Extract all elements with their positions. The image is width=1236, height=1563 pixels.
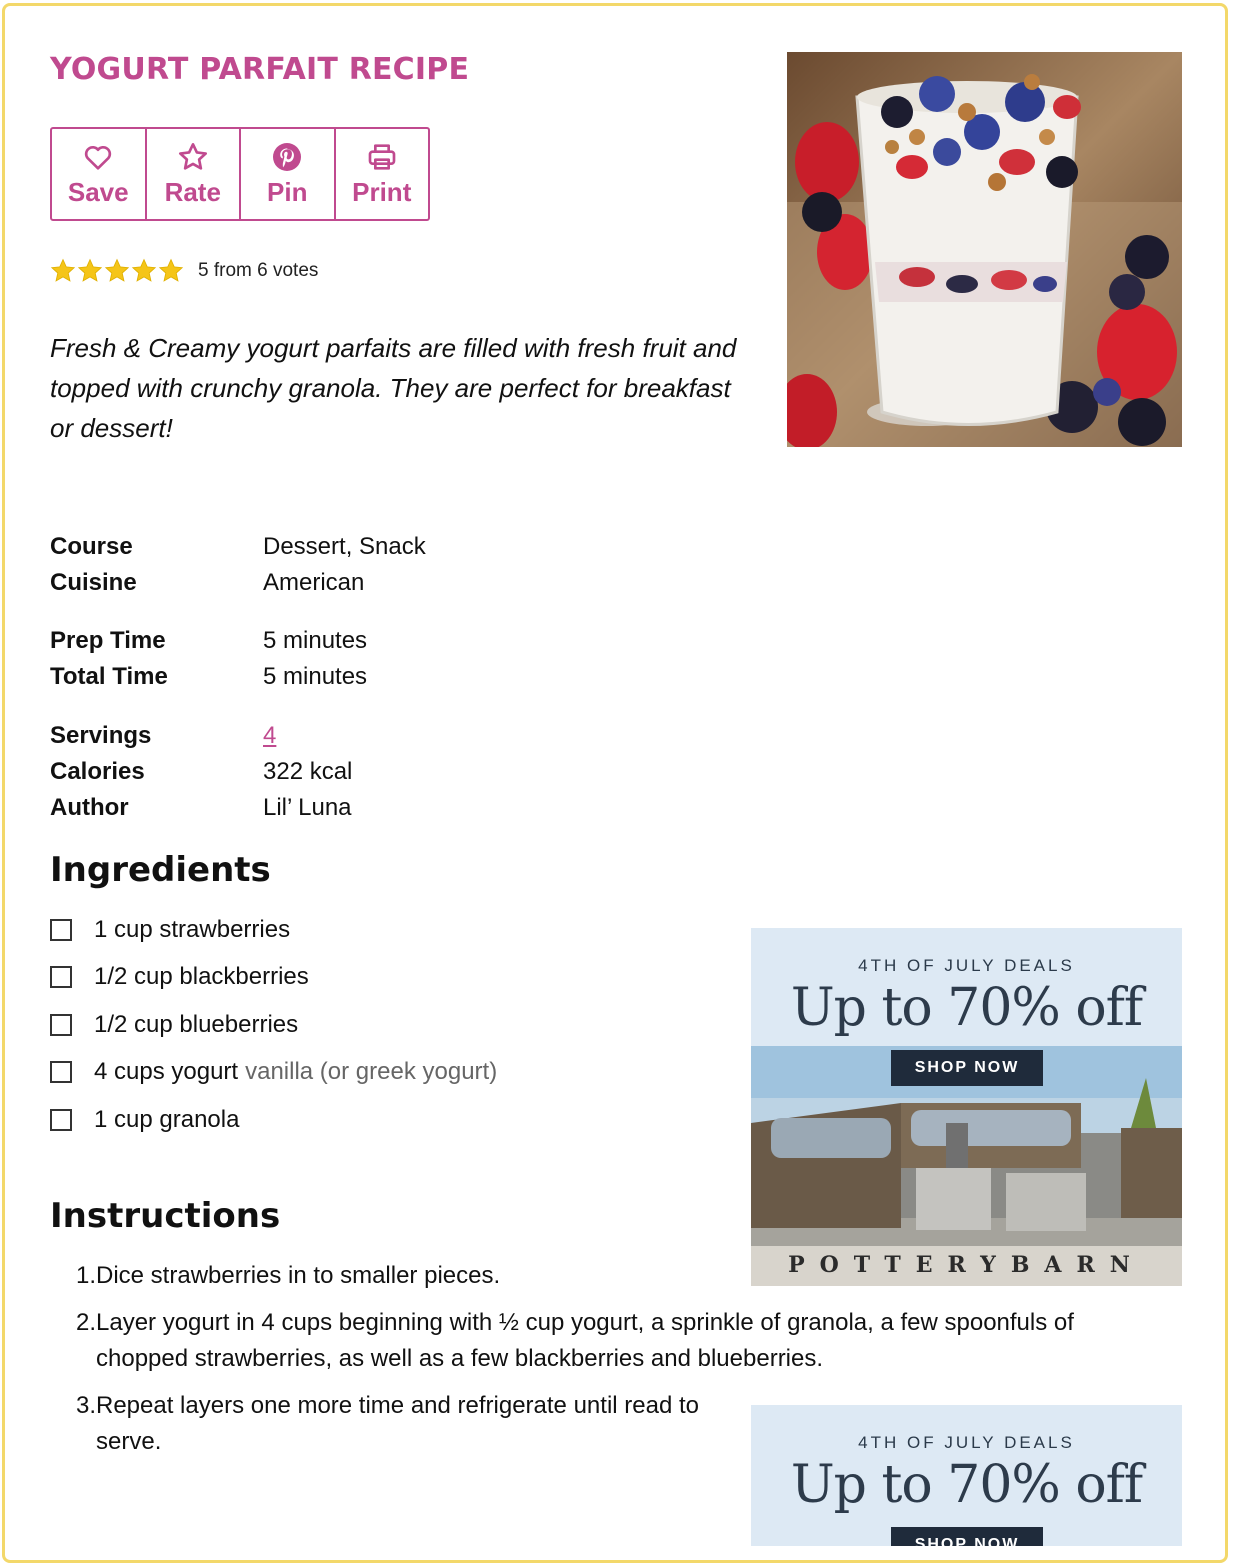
star-icon[interactable] bbox=[50, 258, 76, 284]
calories-label: Calories bbox=[50, 758, 145, 785]
recipe-title: YOGURT PARFAIT RECIPE bbox=[50, 52, 470, 87]
total-time-label: Total Time bbox=[50, 663, 168, 690]
save-label: Save bbox=[67, 176, 129, 207]
ingredient-item: 4 cups yogurt vanilla (or greek yogurt) bbox=[50, 1049, 730, 1097]
step-number: 2. bbox=[75, 1309, 96, 1336]
advertisement-banner[interactable]: 4TH OF JULY DEALS Up to 70% off SHOP NOW bbox=[751, 1405, 1182, 1546]
ad-kicker: 4TH OF JULY DEALS bbox=[858, 1433, 1075, 1452]
ingredient-item: 1/2 cup blackberries bbox=[50, 954, 730, 1002]
meta-row: Servings 4 bbox=[50, 718, 352, 754]
recipe-summary: Fresh & Creamy yogurt parfaits are fille… bbox=[50, 333, 737, 443]
total-time-value: 5 minutes bbox=[263, 663, 368, 690]
recipe-action-bar: Save Rate Pin Print bbox=[50, 127, 430, 221]
servings-link[interactable]: 4 bbox=[263, 718, 276, 754]
ingredients-list: 1 cup strawberries 1/2 cup blackberries … bbox=[50, 906, 730, 1144]
prep-time-value: 5 minutes bbox=[263, 627, 368, 654]
ingredient-item: 1 cup granola bbox=[50, 1096, 730, 1144]
meta-row: Total Time 5 minutes bbox=[50, 659, 367, 695]
step-number: 1. bbox=[75, 1262, 96, 1289]
course-value: Dessert, Snack bbox=[263, 533, 426, 560]
star-icon[interactable] bbox=[131, 258, 157, 284]
ingredient-checkbox[interactable] bbox=[50, 966, 72, 989]
star-icon[interactable] bbox=[158, 258, 184, 284]
servings-label: Servings bbox=[50, 722, 152, 749]
ingredient-text: 1/2 cup blackberries bbox=[94, 963, 309, 991]
cuisine-label: Cuisine bbox=[50, 569, 137, 596]
author-label: Author bbox=[50, 794, 129, 821]
ingredient-checkbox[interactable] bbox=[50, 1108, 72, 1131]
cuisine-value: American bbox=[263, 569, 365, 596]
instructions-heading: Instructions bbox=[50, 1196, 281, 1236]
ingredient-note: vanilla (or greek yogurt) bbox=[245, 1058, 498, 1086]
prep-time-label: Prep Time bbox=[50, 627, 166, 654]
printer-icon bbox=[368, 143, 396, 170]
ingredients-heading: Ingredients bbox=[50, 850, 271, 890]
shop-now-button[interactable]: SHOP NOW bbox=[891, 1050, 1043, 1086]
step-text: Dice strawberries in to smaller pieces. bbox=[96, 1262, 501, 1289]
heart-icon bbox=[85, 145, 112, 170]
print-button[interactable]: Print bbox=[336, 129, 429, 219]
ad-headline: Up to 70% off bbox=[790, 978, 1143, 1038]
recipe-image bbox=[787, 52, 1182, 447]
meta-row: Calories 322 kcal bbox=[50, 754, 352, 790]
recipe-rating[interactable]: 5 from 6 votes bbox=[50, 258, 318, 284]
recipe-meta-times: Prep Time 5 minutes Total Time 5 minutes bbox=[50, 623, 367, 695]
rating-summary: 5 from 6 votes bbox=[198, 260, 319, 281]
meta-row: Course Dessert, Snack bbox=[50, 529, 426, 565]
ad-headline: Up to 70% off bbox=[790, 1455, 1143, 1515]
advertisement-banner[interactable]: 4TH OF JULY DEALS Up to 70% off SHOP NOW… bbox=[751, 928, 1182, 1286]
pinterest-icon bbox=[273, 142, 302, 171]
recipe-meta-servings: Servings 4 Calories 322 kcal Author Lil’ Lu… bbox=[50, 718, 352, 826]
ingredient-checkbox[interactable] bbox=[50, 918, 72, 941]
star-icon[interactable] bbox=[77, 258, 103, 284]
recipe-meta-course: Course Dessert, Snack Cuisine American bbox=[50, 529, 426, 601]
meta-row: Author Lil’ Luna bbox=[50, 790, 352, 826]
ingredient-text: 4 cups yogurt bbox=[94, 1058, 239, 1086]
step-text: Layer yogurt in 4 cups beginning with ½ … bbox=[96, 1309, 1074, 1372]
rate-button[interactable]: Rate bbox=[147, 129, 241, 219]
ad-brand: POTTERYBARN bbox=[788, 1252, 1145, 1278]
meta-row: Prep Time 5 minutes bbox=[50, 623, 367, 659]
step-text: Repeat layers one more time and refriger… bbox=[96, 1392, 699, 1455]
pin-button[interactable]: Pin bbox=[241, 129, 336, 219]
ingredient-text: 1/2 cup blueberries bbox=[94, 1010, 299, 1038]
star-rating[interactable] bbox=[50, 258, 184, 284]
shop-now-button[interactable]: SHOP NOW bbox=[891, 1527, 1043, 1546]
instruction-step: 2. Layer yogurt in 4 cups beginning with… bbox=[50, 1305, 1130, 1377]
meta-row: Cuisine American bbox=[50, 565, 426, 601]
course-label: Course bbox=[50, 533, 133, 560]
ad-kicker: 4TH OF JULY DEALS bbox=[858, 956, 1075, 975]
ingredient-checkbox[interactable] bbox=[50, 1061, 72, 1084]
star-icon[interactable] bbox=[104, 258, 130, 284]
ingredient-item: 1/2 cup blueberries bbox=[50, 1001, 730, 1049]
ingredient-checkbox[interactable] bbox=[50, 1013, 72, 1036]
ingredient-item: 1 cup strawberries bbox=[50, 906, 730, 954]
author-value: Lil’ Luna bbox=[263, 794, 352, 821]
rate-label: Rate bbox=[164, 176, 221, 207]
calories-value: 322 kcal bbox=[263, 758, 353, 785]
pin-label: Pin bbox=[267, 176, 308, 207]
save-button[interactable]: Save bbox=[52, 129, 147, 219]
step-number: 3. bbox=[75, 1392, 96, 1419]
star-icon bbox=[178, 142, 207, 170]
ingredient-text: 1 cup granola bbox=[94, 1105, 240, 1133]
ingredient-text: 1 cup strawberries bbox=[94, 915, 291, 943]
print-label: Print bbox=[352, 176, 412, 207]
